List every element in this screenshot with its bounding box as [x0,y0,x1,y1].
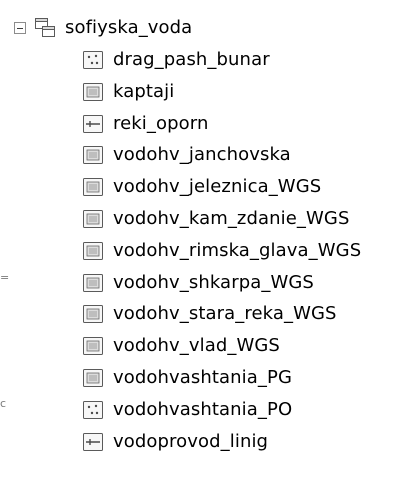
polygon-layer-icon [83,146,103,164]
collapse-icon[interactable] [14,22,26,34]
point-layer-icon [83,51,103,69]
polygon-layer-icon [83,305,103,323]
layer-name: vodohvashtania_PO [113,399,293,420]
layer-name: vodoprovod_linig [113,431,269,452]
tree-row-layer[interactable]: vodohv_stara_reka_WGS [82,298,337,330]
tree-row-layer[interactable]: vodohvashtania_PO [82,394,292,426]
polygon-layer-icon [83,242,103,260]
group-name: sofiyska_voda [65,17,193,38]
polygon-layer-icon [83,83,103,101]
tree-row-layer[interactable]: reki_oporn [82,108,208,140]
edge-artifact-icon: c [0,397,7,410]
point-layer-icon [83,401,103,419]
polygon-layer-icon [83,369,103,387]
line-layer-icon [83,433,103,451]
layer-name: vodohv_janchovska [113,144,291,165]
group-layer-icon [35,18,55,37]
tree-row-layer[interactable]: vodohv_kam_zdanie_WGS [82,203,350,235]
layer-name: vodohv_jeleznica_WGS [113,176,322,197]
table-of-contents-tree: sofiyska_voda drag_pash_bunarkaptaji reki… [0,0,415,479]
polygon-layer-icon [83,210,103,228]
tree-row-layer[interactable]: vodohv_vlad_WGS [82,330,280,362]
tree-row-layer[interactable]: vodoprovod_linig [82,426,268,458]
tree-row-layer[interactable]: vodohv_shkarpa_WGS [82,267,314,299]
layer-name: vodohv_vlad_WGS [113,335,280,356]
tree-row-layer[interactable]: drag_pash_bunar [82,44,270,76]
tree-row-layer[interactable]: vodohv_janchovska [82,139,291,171]
layer-name: vodohv_shkarpa_WGS [113,272,314,293]
layer-name: kaptaji [113,81,175,102]
tree-row-layer[interactable]: kaptaji [82,76,174,108]
layer-name: vodohvashtania_PG [113,367,293,388]
layer-name: vodohv_stara_reka_WGS [113,303,337,324]
line-layer-icon [83,115,103,133]
layer-name: reki_oporn [113,113,209,134]
polygon-layer-icon [83,178,103,196]
tree-row-group[interactable]: sofiyska_voda [14,12,192,44]
layer-name: vodohv_rimska_glava_WGS [113,240,362,261]
layer-name: vodohv_kam_zdanie_WGS [113,208,350,229]
tree-row-layer[interactable]: vodohv_rimska_glava_WGS [82,235,361,267]
tree-row-layer[interactable]: vodohv_jeleznica_WGS [82,171,321,203]
edge-artifact-icon: = [0,271,10,284]
tree-row-layer[interactable]: vodohvashtania_PG [82,362,292,394]
polygon-layer-icon [83,274,103,292]
polygon-layer-icon [83,337,103,355]
layer-name: drag_pash_bunar [113,49,270,70]
